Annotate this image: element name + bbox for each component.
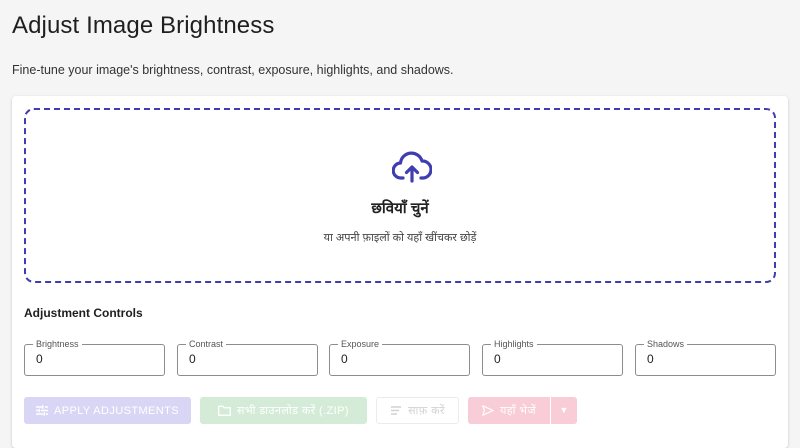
- send-icon: [482, 405, 494, 416]
- page-subtitle: Fine-tune your image's brightness, contr…: [12, 63, 454, 77]
- exposure-field[interactable]: Exposure: [329, 338, 470, 376]
- clear-all-icon: [391, 406, 402, 415]
- caret-down-icon: ▼: [559, 405, 569, 415]
- file-dropzone[interactable]: छवियाँ चुनें या अपनी फ़ाइलों को यहाँ खीं…: [24, 108, 776, 283]
- contrast-label: Contrast: [186, 338, 227, 350]
- contrast-input[interactable]: [189, 352, 299, 366]
- page-title: Adjust Image Brightness: [12, 12, 275, 39]
- folder-zip-icon: [218, 405, 231, 416]
- shadows-input[interactable]: [647, 352, 757, 366]
- clear-label: साफ़ करें: [408, 405, 445, 417]
- dropzone-subtitle: या अपनी फ़ाइलों को यहाँ खींचकर छोड़ें: [323, 232, 477, 244]
- highlights-label: Highlights: [491, 338, 537, 350]
- adjustment-controls-title: Adjustment Controls: [24, 306, 143, 320]
- cloud-upload-icon: [392, 151, 432, 183]
- brightness-input[interactable]: [36, 352, 146, 366]
- shadows-label: Shadows: [644, 338, 688, 350]
- dropzone-title: छवियाँ चुनें: [371, 200, 429, 217]
- send-to-dropdown-button[interactable]: ▼: [551, 397, 577, 424]
- highlights-field[interactable]: Highlights: [482, 338, 623, 376]
- highlights-input[interactable]: [494, 352, 604, 366]
- exposure-input[interactable]: [341, 352, 451, 366]
- brightness-label: Brightness: [33, 338, 82, 350]
- send-to-button[interactable]: यहाँ भेजें: [468, 397, 550, 424]
- exposure-label: Exposure: [338, 338, 383, 350]
- clear-button[interactable]: साफ़ करें: [376, 397, 459, 424]
- download-all-label: सभी डाउनलोड करें (.ZIP): [237, 405, 349, 417]
- tune-icon: [36, 405, 48, 416]
- shadows-field[interactable]: Shadows: [635, 338, 776, 376]
- contrast-field[interactable]: Contrast: [177, 338, 318, 376]
- brightness-field[interactable]: Brightness: [24, 338, 165, 376]
- apply-adjustments-button[interactable]: APPLY ADJUSTMENTS: [24, 397, 191, 424]
- apply-adjustments-label: APPLY ADJUSTMENTS: [54, 404, 179, 417]
- download-all-button[interactable]: सभी डाउनलोड करें (.ZIP): [200, 397, 367, 424]
- main-card: छवियाँ चुनें या अपनी फ़ाइलों को यहाँ खीं…: [12, 96, 788, 448]
- send-to-label: यहाँ भेजें: [499, 405, 537, 417]
